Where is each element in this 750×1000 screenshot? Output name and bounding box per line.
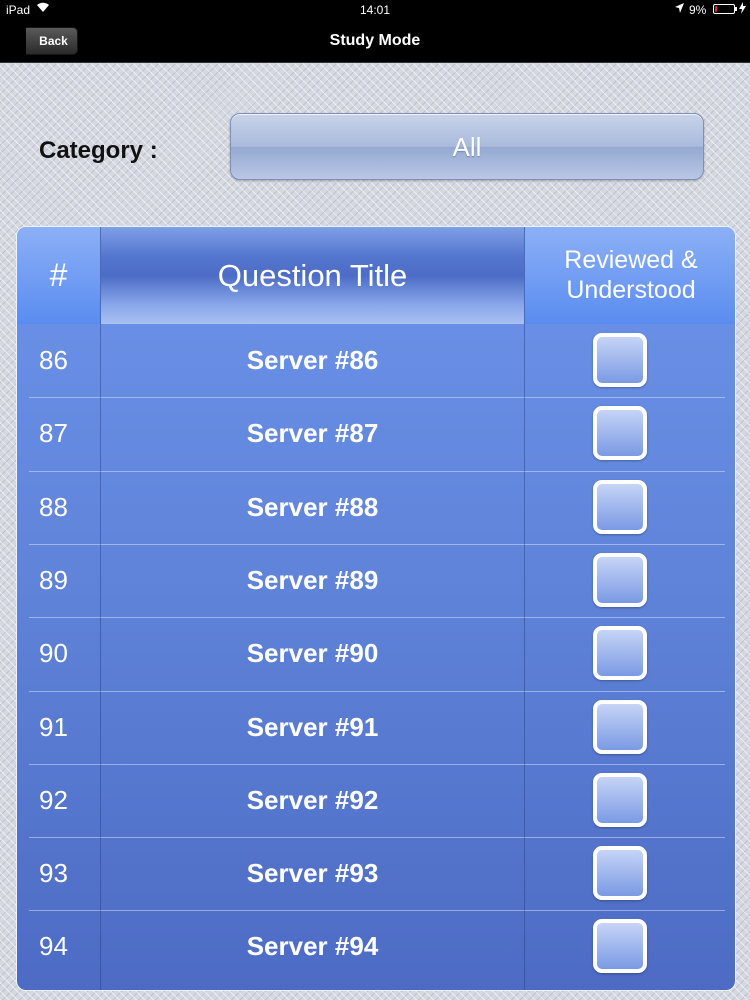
question-title[interactable]: Server #86 bbox=[101, 324, 524, 397]
header-number: # bbox=[17, 227, 100, 324]
question-title[interactable]: Server #92 bbox=[101, 764, 524, 837]
table-row[interactable]: 90 Server #90 bbox=[17, 617, 735, 690]
battery-percent: 9% bbox=[689, 3, 707, 17]
category-selector-button[interactable]: All bbox=[230, 113, 704, 180]
reviewed-checkbox[interactable] bbox=[593, 333, 647, 387]
table-row[interactable]: 87 Server #87 bbox=[17, 397, 735, 470]
question-number: 93 bbox=[39, 858, 68, 889]
question-title[interactable]: Server #88 bbox=[101, 471, 524, 544]
table-row[interactable]: 86 Server #86 bbox=[17, 324, 735, 397]
reviewed-checkbox[interactable] bbox=[593, 846, 647, 901]
question-title[interactable]: Server #89 bbox=[101, 544, 524, 617]
battery-tip bbox=[735, 7, 737, 11]
question-number: 88 bbox=[39, 491, 68, 522]
question-number: 86 bbox=[39, 345, 68, 375]
header-question-title: Question Title bbox=[101, 227, 524, 324]
page-title: Study Mode bbox=[329, 32, 421, 49]
battery-level bbox=[715, 6, 717, 12]
table-header: # Question Title Reviewed & Understood bbox=[17, 227, 735, 324]
question-number: 89 bbox=[39, 564, 68, 595]
question-number: 91 bbox=[39, 711, 68, 742]
header-reviewed-understood: Reviewed & Understood bbox=[525, 227, 735, 324]
reviewed-checkbox[interactable] bbox=[593, 772, 647, 827]
table-row[interactable]: 89 Server #89 bbox=[17, 543, 735, 617]
back-button-label: Back bbox=[39, 34, 68, 48]
battery-icon bbox=[713, 4, 735, 14]
reviewed-checkbox[interactable] bbox=[593, 626, 647, 681]
question-number: 92 bbox=[39, 784, 68, 815]
question-number: 87 bbox=[39, 418, 68, 449]
question-number: 94 bbox=[39, 931, 68, 962]
navigation-bar: Back Study Mode bbox=[0, 20, 750, 63]
table-row[interactable]: 88 Server #88 bbox=[17, 470, 735, 544]
table-row[interactable]: 93 Server #93 bbox=[17, 837, 735, 910]
reviewed-checkbox[interactable] bbox=[593, 479, 647, 534]
table-row[interactable]: 92 Server #92 bbox=[17, 763, 735, 837]
header-reviewed-line2: Understood bbox=[566, 276, 696, 304]
question-title[interactable]: Server #93 bbox=[101, 837, 524, 910]
category-label: Category : bbox=[39, 137, 158, 164]
clock-time: 14:01 bbox=[359, 3, 391, 17]
question-title[interactable]: Server #90 bbox=[101, 617, 524, 690]
status-bar: iPad 14:01 9% bbox=[0, 0, 750, 20]
column-divider bbox=[100, 227, 101, 990]
question-title[interactable]: Server #87 bbox=[101, 397, 524, 470]
reviewed-checkbox[interactable] bbox=[593, 699, 647, 754]
question-title[interactable]: Server #94 bbox=[101, 910, 524, 983]
reviewed-checkbox[interactable] bbox=[593, 919, 647, 974]
table-row[interactable]: 94 Server #94 bbox=[17, 910, 735, 983]
column-divider bbox=[524, 227, 525, 990]
question-number: 90 bbox=[39, 638, 68, 669]
reviewed-checkbox[interactable] bbox=[593, 552, 647, 607]
question-title[interactable]: Server #91 bbox=[101, 691, 524, 764]
questions-table: # Question Title Reviewed & Understood 8… bbox=[16, 226, 736, 991]
charging-bolt-icon bbox=[739, 2, 746, 17]
location-arrow-icon bbox=[674, 2, 685, 17]
table-row[interactable]: 91 Server #91 bbox=[17, 690, 735, 764]
header-reviewed-line1: Reviewed & bbox=[564, 246, 698, 274]
reviewed-checkbox[interactable] bbox=[593, 406, 647, 461]
